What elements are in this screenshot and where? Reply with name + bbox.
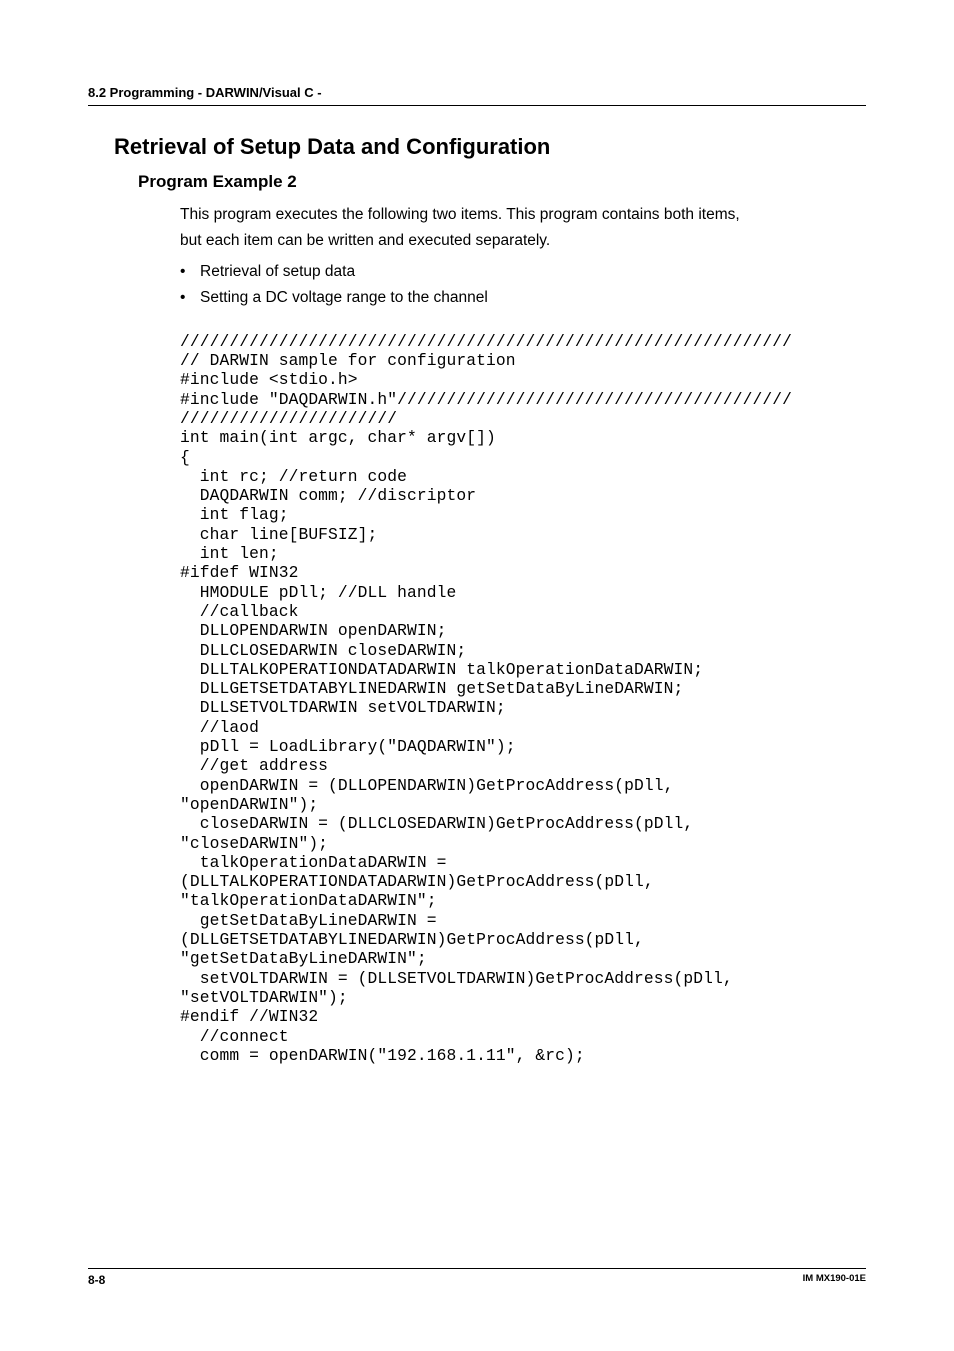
intro-line-2: but each item can be written and execute… — [180, 232, 550, 249]
section-header: 8.2 Programming - DARWIN/Visual C - — [88, 85, 866, 106]
page-number: 8-8 — [88, 1273, 105, 1287]
bullet-item: • Retrieval of setup data — [180, 259, 866, 285]
heading-level-2: Program Example 2 — [138, 172, 866, 192]
document-id: IM MX190-01E — [803, 1273, 866, 1287]
page-footer: 8-8 IM MX190-01E — [88, 1268, 866, 1287]
bullet-dot-icon: • — [180, 285, 200, 311]
code-sample: ////////////////////////////////////////… — [180, 332, 866, 1065]
bullet-list: • Retrieval of setup data • Setting a DC… — [180, 259, 866, 312]
bullet-item: • Setting a DC voltage range to the chan… — [180, 285, 866, 311]
bullet-text-2: Setting a DC voltage range to the channe… — [200, 285, 488, 311]
bullet-text-1: Retrieval of setup data — [200, 259, 355, 285]
intro-line-1: This program executes the following two … — [180, 206, 740, 223]
heading-level-1: Retrieval of Setup Data and Configuratio… — [114, 134, 866, 160]
bullet-dot-icon: • — [180, 259, 200, 285]
